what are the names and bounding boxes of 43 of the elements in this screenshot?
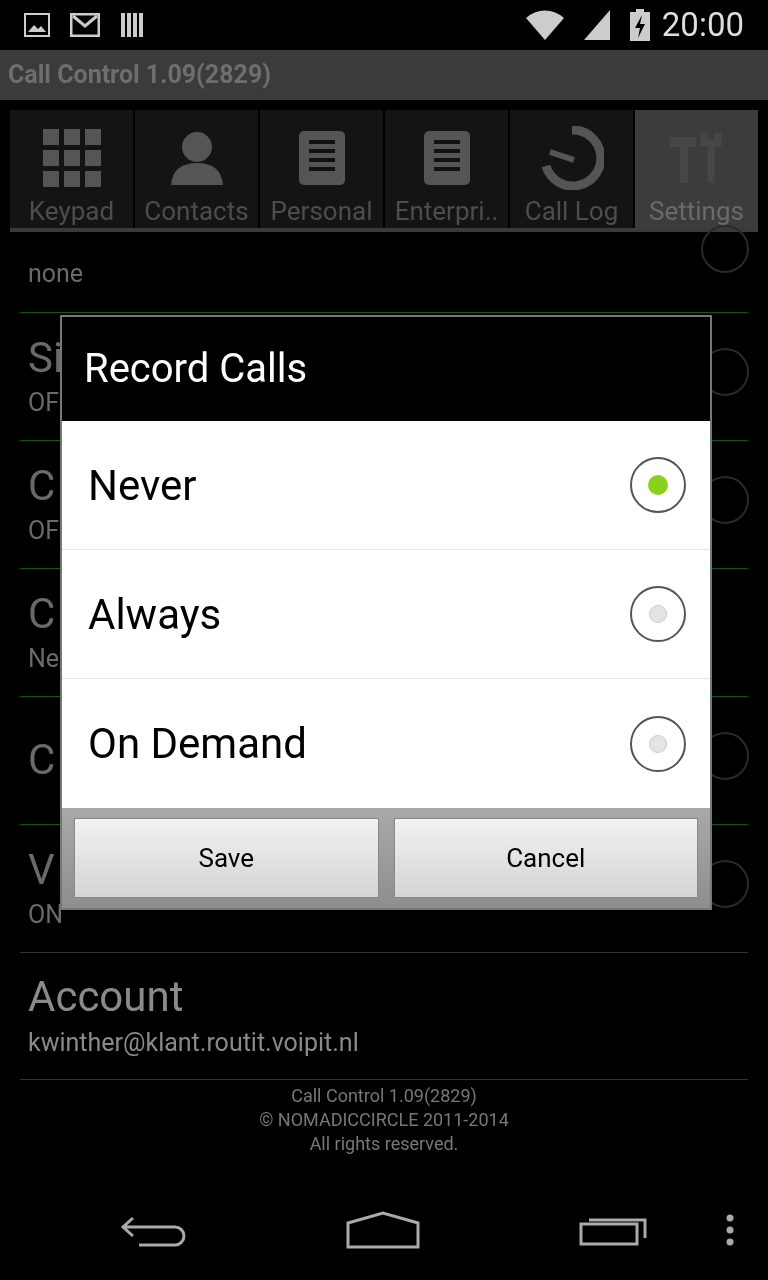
setting-value: kwinther@klant.routit.voipit.nl — [28, 1026, 359, 1059]
setting-title: C — [28, 459, 56, 512]
tab[interactable]: Keypad — [10, 110, 133, 228]
radio-button[interactable] — [630, 457, 686, 513]
radio-option[interactable]: Always — [62, 550, 710, 679]
tab[interactable]: Contacts — [135, 110, 258, 228]
setting-title: Account — [28, 971, 184, 1023]
battery-icon — [629, 9, 650, 41]
setting-title: V — [28, 843, 55, 896]
picture-icon — [24, 13, 50, 37]
signal-icon — [583, 10, 610, 40]
radio-option[interactable]: On Demand — [62, 679, 710, 808]
footer-text: All rights reserved. — [309, 1132, 459, 1156]
tab[interactable]: Call Log — [510, 110, 633, 228]
dialog-button[interactable]: Save — [74, 818, 379, 898]
footer-text: Call Control 1.09(2829) — [291, 1084, 477, 1108]
wifi-icon — [525, 10, 564, 40]
dialog-title: Record Calls — [84, 344, 308, 394]
tab[interactable]: Personal — [260, 110, 383, 228]
clock-text: 20:00 — [661, 4, 744, 47]
home-icon[interactable] — [346, 1211, 420, 1249]
setting-value: OF — [28, 387, 60, 419]
dialog-button[interactable]: Cancel — [393, 818, 698, 898]
setting-value: none — [28, 258, 84, 291]
document-icon — [423, 131, 470, 185]
tab[interactable]: Enterpri.. — [385, 110, 508, 228]
footer-text: © NOMADICCIRCLE 2011-2014 — [259, 1108, 509, 1132]
setting-value: ON — [28, 899, 64, 931]
setting-title: C — [28, 587, 56, 640]
radio-button[interactable] — [630, 715, 686, 772]
document-icon — [298, 131, 345, 185]
grid-icon — [42, 129, 101, 187]
setting-title: C — [28, 734, 56, 787]
person-icon — [170, 131, 223, 185]
barcode-icon — [120, 12, 146, 38]
mail-icon — [70, 13, 100, 37]
radio-button[interactable] — [630, 586, 686, 642]
dial-icon — [539, 126, 604, 190]
setting-title: Si — [28, 331, 64, 384]
setting-value: OF — [28, 515, 60, 547]
more-icon[interactable] — [726, 1214, 734, 1246]
radio-option[interactable]: Never — [62, 421, 710, 550]
setting-value: Ne — [28, 643, 60, 675]
